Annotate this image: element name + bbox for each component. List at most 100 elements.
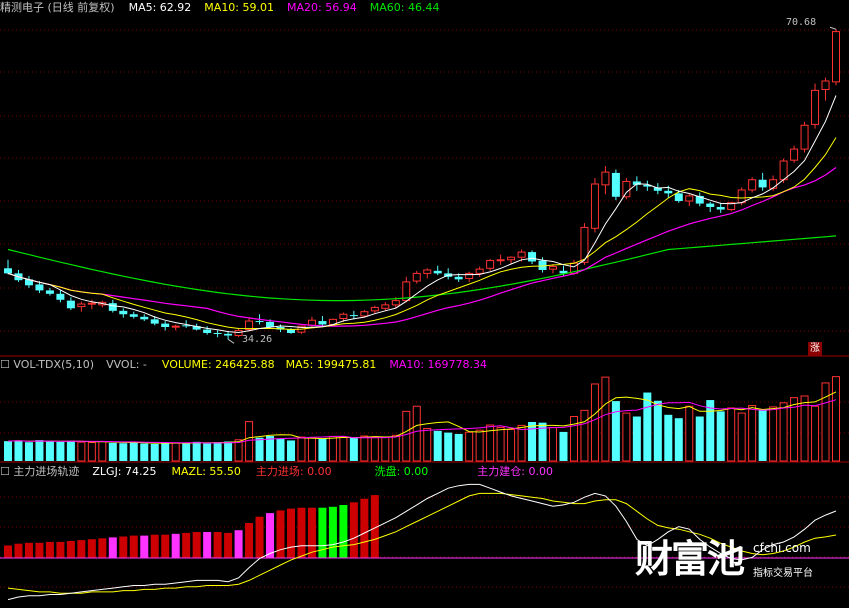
volume-bar-down — [528, 421, 537, 461]
volume-bar-up — [811, 405, 820, 462]
wash-bar — [108, 537, 117, 558]
enter-bar — [45, 541, 54, 558]
volume-bar-up — [769, 406, 778, 462]
volume-bar-down — [454, 433, 463, 461]
volume-panel-collapse-icon[interactable]: ☐ — [0, 358, 10, 371]
low-price-label: 34.26 — [242, 334, 273, 345]
candle-up — [496, 259, 505, 262]
candle-down — [129, 314, 138, 317]
candle-up — [517, 251, 526, 258]
candle-down — [611, 172, 620, 197]
volume-bar-down — [664, 414, 673, 461]
candle-up — [391, 300, 400, 306]
candle-down — [150, 319, 159, 324]
enter-bar — [307, 507, 316, 558]
volume-bar-up — [821, 382, 830, 462]
volume-panel[interactable] — [4, 376, 840, 462]
candle-down — [119, 310, 128, 315]
build-bar — [328, 506, 337, 558]
volume-bar-down — [129, 442, 138, 461]
indicator-title[interactable]: 主力进场轨迹 — [13, 465, 79, 478]
volume-bar-up — [590, 383, 599, 462]
enter-bar — [297, 507, 306, 558]
enter-bar — [87, 539, 96, 558]
ma10-value: MA10: 59.01 — [204, 1, 275, 14]
price-panel[interactable] — [4, 26, 840, 344]
candle-up — [475, 268, 484, 274]
wash-bar — [266, 513, 275, 558]
indicator-panel-header: ☐ 主力进场轨迹 ZLGJ: 74.25 MAZL: 55.50 主力进场: 0… — [0, 464, 553, 480]
enter-bar — [119, 536, 128, 558]
volume-bar-up — [412, 405, 421, 462]
volume-bar-down — [24, 442, 33, 461]
enter-bar — [349, 502, 358, 558]
candle-down — [203, 329, 212, 333]
volume-bar-down — [276, 438, 285, 461]
candle-up — [87, 302, 96, 305]
volume-indicator-title[interactable]: VOL-TDX(5,10) — [13, 358, 94, 371]
ma60-value: MA60: 46.44 — [369, 1, 440, 14]
volume-bar-up — [423, 427, 432, 462]
grid-lines — [0, 29, 849, 588]
indicator-panel-collapse-icon[interactable]: ☐ — [0, 465, 10, 478]
candle-down — [664, 190, 673, 194]
enter-bar — [56, 541, 65, 558]
volume-bar-down — [643, 392, 652, 461]
candle-up — [769, 179, 778, 189]
volume-bar-up — [381, 436, 390, 462]
candle-up — [748, 179, 757, 191]
cfchi-watermark-logo: 财富池 cfchi.com 指标交易平台 — [635, 537, 835, 587]
candle-down — [528, 252, 537, 262]
stock-title[interactable]: 精测电子 (日线 前复权) — [0, 1, 115, 14]
wash-bar — [234, 530, 243, 558]
volume-value: VOLUME: 246425.88 — [161, 358, 275, 371]
enter-bar — [4, 545, 12, 558]
candle-down — [161, 323, 170, 328]
candle-down — [66, 300, 75, 309]
volume-bar-down — [192, 441, 201, 461]
volume-bar-down — [213, 442, 222, 461]
volume-bar-up — [475, 429, 484, 462]
enter-bar — [14, 543, 23, 558]
volume-ma5-value: MA5: 199475.81 — [285, 358, 377, 371]
volume-bar-up — [328, 435, 337, 462]
volume-bar-up — [580, 409, 589, 462]
volume-bar-down — [706, 400, 715, 461]
volume-bar-down — [35, 440, 44, 461]
volume-bar-down — [266, 436, 275, 461]
volume-bar-down — [716, 411, 725, 461]
enter-bar — [213, 532, 222, 558]
candle-down — [674, 193, 683, 202]
stock-chart-canvas[interactable] — [0, 0, 849, 608]
watermark-tagline: 指标交易平台 — [753, 568, 813, 579]
candle-down — [454, 276, 463, 280]
volume-ma10-value: MA10: 169778.34 — [389, 358, 488, 371]
volume-bar-up — [307, 437, 316, 462]
candle-down — [349, 315, 358, 317]
zhang-badge[interactable]: 涨 — [808, 342, 822, 356]
volume-bar-up — [98, 440, 107, 462]
enter-bar — [98, 538, 107, 558]
volume-bar-down — [758, 409, 767, 461]
volume-bar-down — [150, 443, 159, 461]
ma10-line — [7, 137, 837, 331]
candle-down — [318, 321, 327, 325]
enter-bar — [224, 532, 233, 558]
volume-bar-down — [433, 430, 442, 461]
candle-down — [758, 179, 767, 188]
volume-bar-up — [748, 405, 757, 462]
volume-bar-up — [779, 402, 788, 462]
candle-up — [360, 311, 369, 317]
enter-bar — [192, 532, 201, 558]
volume-bar-up — [622, 412, 631, 462]
candle-up — [412, 272, 421, 282]
candle-down — [213, 332, 222, 334]
volume-bar-up — [360, 435, 369, 462]
ma20-value: MA20: 56.94 — [287, 1, 357, 14]
main-force-build-value: 主力建仓: 0.00 — [477, 465, 553, 478]
candle-down — [45, 290, 54, 294]
candle-up — [486, 260, 495, 269]
enter-bar — [360, 498, 369, 558]
volume-bar-down — [255, 437, 264, 461]
volume-bar-down — [674, 418, 683, 461]
